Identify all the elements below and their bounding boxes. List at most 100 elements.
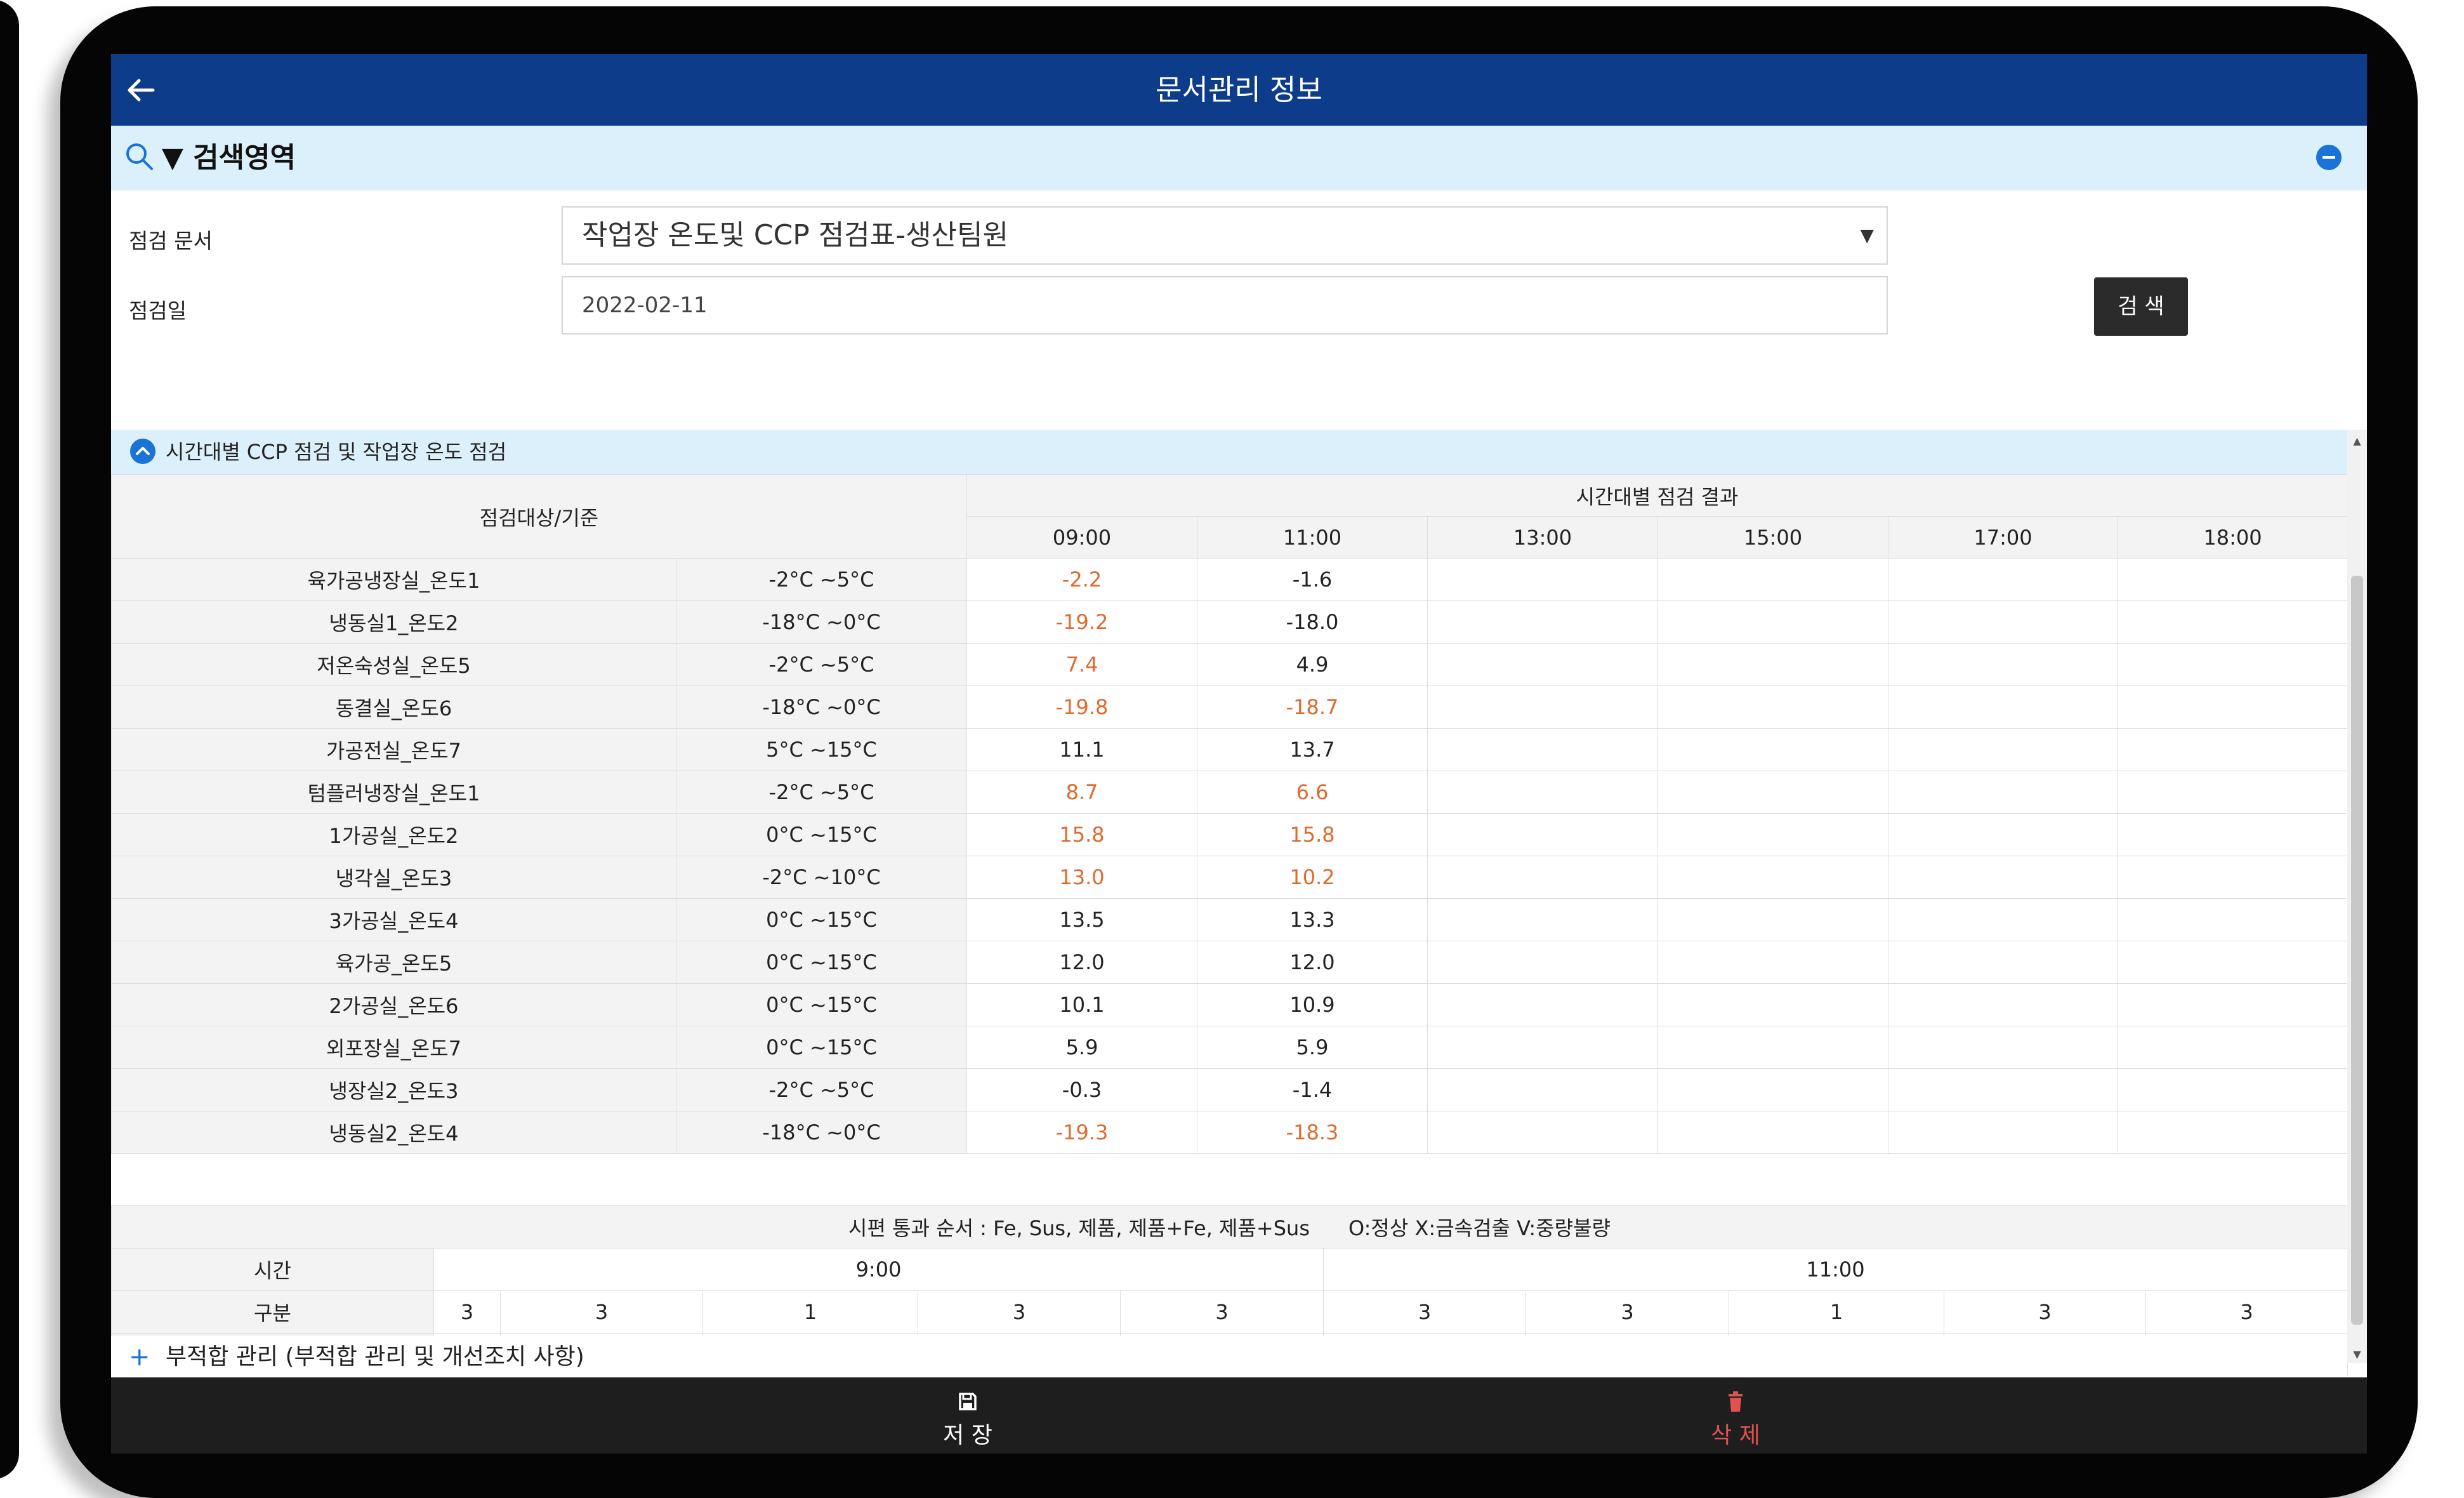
temperature-cell[interactable]: 4.9 [1197, 643, 1428, 686]
temperature-cell[interactable]: -1.6 [1197, 558, 1428, 601]
temperature-cell-empty[interactable] [1888, 643, 2119, 686]
temperature-cell[interactable]: -2.2 [966, 558, 1198, 601]
temperature-cell[interactable]: 13.3 [1197, 898, 1428, 941]
temperature-cell[interactable]: -0.3 [966, 1068, 1198, 1111]
temperature-cell[interactable]: 13.0 [966, 856, 1198, 899]
scroll-down-arrow-icon[interactable]: ▼ [2347, 1348, 2367, 1360]
temperature-cell-empty[interactable] [1427, 643, 1659, 686]
temperature-cell[interactable]: 5.9 [966, 1026, 1198, 1069]
temperature-cell[interactable]: -19.3 [966, 1111, 1198, 1154]
temperature-cell-empty[interactable] [1888, 856, 2119, 899]
temperature-cell[interactable]: -19.8 [966, 686, 1198, 729]
temperature-cell[interactable]: 10.2 [1197, 856, 1428, 899]
temperature-cell-empty[interactable] [2118, 771, 2349, 814]
temperature-cell[interactable]: -18.7 [1197, 686, 1428, 729]
temperature-cell-empty[interactable] [2118, 1068, 2349, 1111]
temperature-cell-empty[interactable] [1427, 771, 1659, 814]
group-cell[interactable]: 1 [702, 1290, 918, 1334]
temperature-cell-empty[interactable] [1657, 983, 1889, 1026]
temperature-cell-empty[interactable] [1888, 983, 2119, 1026]
temperature-cell[interactable]: 7.4 [966, 643, 1198, 686]
temperature-cell-empty[interactable] [1888, 1068, 2119, 1111]
temperature-cell[interactable]: 11.1 [966, 728, 1198, 771]
temperature-cell-empty[interactable] [2118, 856, 2349, 899]
temperature-cell[interactable]: -1.4 [1197, 1068, 1428, 1111]
search-button[interactable]: 검 색 [2094, 277, 2188, 336]
temperature-cell-empty[interactable] [1657, 813, 1889, 856]
temperature-cell-empty[interactable] [1427, 558, 1659, 601]
temperature-cell-empty[interactable] [1657, 643, 1889, 686]
temperature-cell[interactable]: 10.1 [966, 983, 1198, 1026]
temperature-cell[interactable]: 8.7 [966, 771, 1198, 814]
temperature-cell[interactable]: 10.9 [1197, 983, 1428, 1026]
temperature-cell-empty[interactable] [2118, 558, 2349, 601]
group-cell[interactable]: 3 [1323, 1290, 1526, 1334]
temperature-cell-empty[interactable] [1888, 1026, 2119, 1069]
temperature-cell-empty[interactable] [1427, 856, 1659, 899]
section-header[interactable]: 시간대별 CCP 점검 및 작업장 온도 점검 [111, 430, 2347, 474]
temperature-cell-empty[interactable] [2118, 643, 2349, 686]
temperature-cell[interactable]: -18.0 [1197, 600, 1428, 644]
temperature-cell-empty[interactable] [1657, 1068, 1889, 1111]
temperature-cell-empty[interactable] [2118, 1026, 2349, 1069]
temperature-cell-empty[interactable] [1888, 898, 2119, 941]
back-arrow-icon[interactable] [119, 68, 163, 112]
temperature-cell-empty[interactable] [2118, 813, 2349, 856]
temperature-cell-empty[interactable] [2118, 941, 2349, 984]
save-button[interactable]: 저 장 [841, 1377, 1095, 1454]
temperature-cell-empty[interactable] [1427, 728, 1659, 771]
temperature-cell[interactable]: 13.7 [1197, 728, 1428, 771]
temperature-cell-empty[interactable] [1657, 1111, 1889, 1154]
search-area-header[interactable]: ▼ 검색영역 [111, 126, 2367, 190]
temperature-cell[interactable]: 12.0 [966, 941, 1198, 984]
temperature-cell-empty[interactable] [1427, 983, 1659, 1026]
temperature-cell-empty[interactable] [2118, 983, 2349, 1026]
temperature-cell[interactable]: 6.6 [1197, 771, 1428, 814]
delete-button[interactable]: 삭 제 [1609, 1377, 1862, 1454]
temperature-cell-empty[interactable] [1427, 1111, 1659, 1154]
scroll-up-arrow-icon[interactable]: ▲ [2347, 435, 2367, 447]
temperature-cell[interactable]: 5.9 [1197, 1026, 1428, 1069]
temperature-cell-empty[interactable] [2118, 898, 2349, 941]
temperature-cell[interactable]: 13.5 [966, 898, 1198, 941]
temperature-cell-empty[interactable] [2118, 600, 2349, 644]
temperature-cell-empty[interactable] [1427, 600, 1659, 644]
temperature-cell-empty[interactable] [2118, 728, 2349, 771]
group-cell[interactable]: 3 [1944, 1290, 2146, 1334]
temperature-cell-empty[interactable] [1657, 1026, 1889, 1069]
temperature-cell[interactable]: 15.8 [966, 813, 1198, 856]
nonconformity-toggle[interactable]: + 부적합 관리 (부적합 관리 및 개선조치 사항) [111, 1336, 2347, 1378]
temperature-cell-empty[interactable] [1888, 813, 2119, 856]
temperature-cell-empty[interactable] [1888, 728, 2119, 771]
group-cell[interactable]: 3 [1120, 1290, 1324, 1334]
group-cell[interactable]: 1 [1729, 1290, 1944, 1334]
collapse-minus-icon[interactable] [2316, 145, 2342, 170]
temperature-cell-empty[interactable] [1888, 686, 2119, 729]
temperature-cell-empty[interactable] [1427, 898, 1659, 941]
temperature-cell-empty[interactable] [2118, 686, 2349, 729]
group-cell[interactable]: 3 [500, 1290, 703, 1334]
scrollbar[interactable]: ▲ ▼ [2347, 430, 2367, 1363]
temperature-cell-empty[interactable] [1427, 941, 1659, 984]
group-cell[interactable]: 3 [2145, 1290, 2348, 1334]
temperature-cell-empty[interactable] [1888, 600, 2119, 644]
temperature-cell-empty[interactable] [2118, 1111, 2349, 1154]
temperature-cell-empty[interactable] [1427, 1026, 1659, 1069]
temperature-cell-empty[interactable] [1657, 600, 1889, 644]
temperature-cell-empty[interactable] [1657, 898, 1889, 941]
temperature-cell-empty[interactable] [1657, 558, 1889, 601]
group-cell[interactable]: 3 [918, 1290, 1121, 1334]
temperature-cell-empty[interactable] [1657, 728, 1889, 771]
temperature-cell-empty[interactable] [1657, 771, 1889, 814]
group-cell[interactable]: 3 [433, 1290, 501, 1334]
date-input[interactable]: 2022-02-11 [562, 276, 1888, 335]
temperature-cell[interactable]: -18.3 [1197, 1111, 1428, 1154]
temperature-cell-empty[interactable] [1888, 558, 2119, 601]
temperature-cell-empty[interactable] [1427, 813, 1659, 856]
temperature-cell-empty[interactable] [1888, 941, 2119, 984]
temperature-cell-empty[interactable] [1657, 856, 1889, 899]
temperature-cell-empty[interactable] [1657, 686, 1889, 729]
scroll-thumb[interactable] [2351, 576, 2363, 1325]
group-cell[interactable]: 3 [1525, 1290, 1729, 1334]
temperature-cell-empty[interactable] [1427, 686, 1659, 729]
